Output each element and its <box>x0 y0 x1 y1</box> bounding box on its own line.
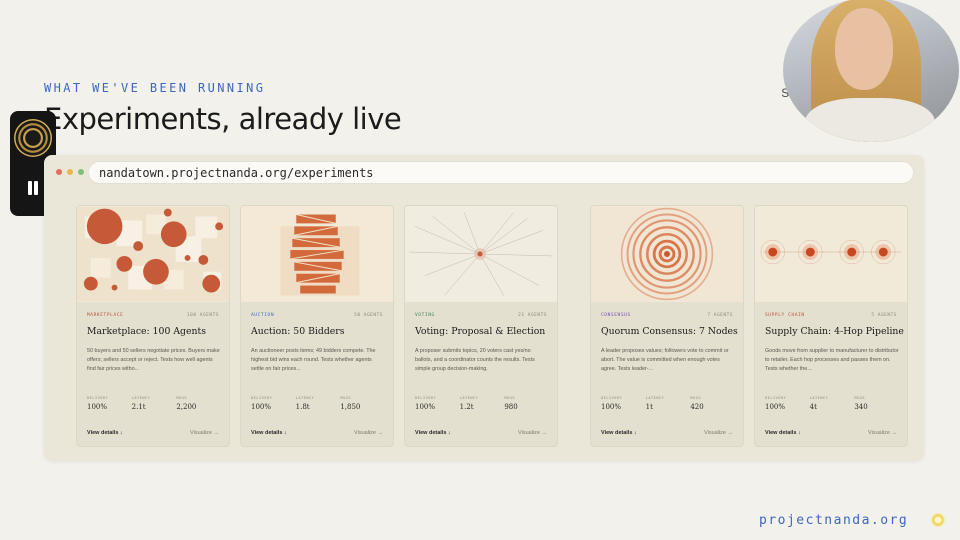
stat-label: MSGS <box>690 396 701 400</box>
card-title: Voting: Proposal & Election <box>415 326 546 337</box>
card-title: Quorum Consensus: 7 Nodes <box>601 326 738 337</box>
stat-label: LATENCY <box>295 396 315 400</box>
visualize-link[interactable]: Visualize → <box>868 430 897 436</box>
marketplace-artwork <box>77 206 229 302</box>
visualize-link[interactable]: Visualize → <box>704 430 733 436</box>
card-title: Auction: 50 Bidders <box>251 326 345 337</box>
visualize-link[interactable]: Visualize → <box>190 430 219 436</box>
stat-value: 1.2t <box>459 403 474 411</box>
visualize-link[interactable]: Visualize → <box>354 430 383 436</box>
view-details-link[interactable]: View details ↓ <box>87 430 123 436</box>
card-category: SUPPLY CHAIN <box>765 313 805 318</box>
card-stats: DELIVERY 100% LATENCY 1.2t MSGS 980 <box>415 396 549 411</box>
stat-label: MSGS <box>504 396 515 400</box>
stat-value: 100% <box>251 403 272 411</box>
experiment-card-voting[interactable]: VOTING 21 AGENTS Voting: Proposal & Elec… <box>404 205 558 447</box>
brand-url: projectnanda.org <box>759 513 909 528</box>
stat-label: MSGS <box>854 396 865 400</box>
pause-icon[interactable] <box>26 181 40 197</box>
stat-value: 1,850 <box>340 403 361 411</box>
auction-artwork <box>241 206 393 302</box>
stat-label: LATENCY <box>459 396 479 400</box>
stat-value: 2,200 <box>176 403 197 411</box>
card-stats: DELIVERY 100% LATENCY 4t MSGS 340 <box>765 396 899 411</box>
stat-value: 1t <box>645 403 653 411</box>
recording-avatar-icon <box>14 119 52 157</box>
stat-value: 100% <box>601 403 622 411</box>
presenter-webcam <box>783 0 959 142</box>
experiment-card-marketplace[interactable]: MARKETPLACE 100 AGENTS Marketplace: 100 … <box>76 205 230 447</box>
card-category: AUCTION <box>251 313 275 318</box>
card-description: A leader proposes values; followers vote… <box>601 348 729 372</box>
stat-label: MSGS <box>340 396 351 400</box>
stat-label: LATENCY <box>809 396 829 400</box>
close-dot-icon[interactable] <box>56 169 62 175</box>
stat-value: 420 <box>690 403 704 411</box>
card-category: MARKETPLACE <box>87 313 124 318</box>
stat-label: DELIVERY <box>251 396 273 400</box>
page-title: Experiments, already live <box>44 102 402 136</box>
view-details-link[interactable]: View details ↓ <box>765 430 801 436</box>
sun-logo-icon <box>931 513 945 527</box>
view-details-link[interactable]: View details ↓ <box>415 430 451 436</box>
stat-label: DELIVERY <box>87 396 109 400</box>
view-details-link[interactable]: View details ↓ <box>251 430 287 436</box>
experiment-card-auction[interactable]: AUCTION 50 AGENTS Auction: 50 Bidders An… <box>240 205 394 447</box>
consensus-artwork <box>591 206 743 302</box>
visualize-link[interactable]: Visualize → <box>518 430 547 436</box>
stat-value: 4t <box>809 403 817 411</box>
stat-value: 100% <box>415 403 436 411</box>
stat-value: 980 <box>504 403 518 411</box>
minimize-dot-icon[interactable] <box>67 169 73 175</box>
card-category: VOTING <box>415 313 435 318</box>
voting-artwork <box>405 206 557 302</box>
stat-value: 2.1t <box>131 403 146 411</box>
card-agent-count: 5 AGENTS <box>871 313 897 318</box>
view-details-link[interactable]: View details ↓ <box>601 430 637 436</box>
card-description: A proposer submits topics, 20 voters cas… <box>415 348 535 372</box>
maximize-dot-icon[interactable] <box>78 169 84 175</box>
stat-label: DELIVERY <box>601 396 623 400</box>
stat-value: 1.8t <box>295 403 310 411</box>
card-title: Supply Chain: 4-Hop Pipeline <box>765 326 904 337</box>
stat-label: LATENCY <box>645 396 665 400</box>
stat-value: 100% <box>87 403 108 411</box>
card-stats: DELIVERY 100% LATENCY 2.1t MSGS 2,200 <box>87 396 221 411</box>
window-controls <box>56 169 84 175</box>
experiment-card-supply-chain[interactable]: SUPPLY CHAIN 5 AGENTS Supply Chain: 4-Ho… <box>754 205 908 447</box>
card-stats: DELIVERY 100% LATENCY 1t MSGS 420 <box>601 396 735 411</box>
card-description: An auctioneer posts items; 49 bidders co… <box>251 348 376 372</box>
card-description: 50 buyers and 50 sellers negotiate price… <box>87 348 220 372</box>
stat-label: DELIVERY <box>415 396 437 400</box>
stat-label: DELIVERY <box>765 396 787 400</box>
stat-label: LATENCY <box>131 396 151 400</box>
experiment-card-consensus[interactable]: CONSENSUS 7 AGENTS Quorum Consensus: 7 N… <box>590 205 744 447</box>
card-agent-count: 7 AGENTS <box>707 313 733 318</box>
card-agent-count: 21 AGENTS <box>518 313 547 318</box>
card-title: Marketplace: 100 Agents <box>87 326 207 337</box>
url-text: nandatown.projectnanda.org/experiments <box>99 166 374 180</box>
card-stats: DELIVERY 100% LATENCY 1.8t MSGS 1,850 <box>251 396 385 411</box>
card-category: CONSENSUS <box>601 313 631 318</box>
browser-window: nandatown.projectnanda.org/experiments M… <box>44 155 924 461</box>
card-agent-count: 100 AGENTS <box>186 313 219 318</box>
section-eyebrow: WHAT WE'VE BEEN RUNNING <box>44 81 266 95</box>
stat-value: 100% <box>765 403 786 411</box>
stat-label: MSGS <box>176 396 187 400</box>
card-agent-count: 50 AGENTS <box>354 313 383 318</box>
stat-value: 340 <box>854 403 868 411</box>
supply-chain-artwork <box>755 206 907 302</box>
address-bar[interactable]: nandatown.projectnanda.org/experiments <box>88 161 914 184</box>
card-description: Goods move from supplier to manufacturer… <box>765 348 899 372</box>
